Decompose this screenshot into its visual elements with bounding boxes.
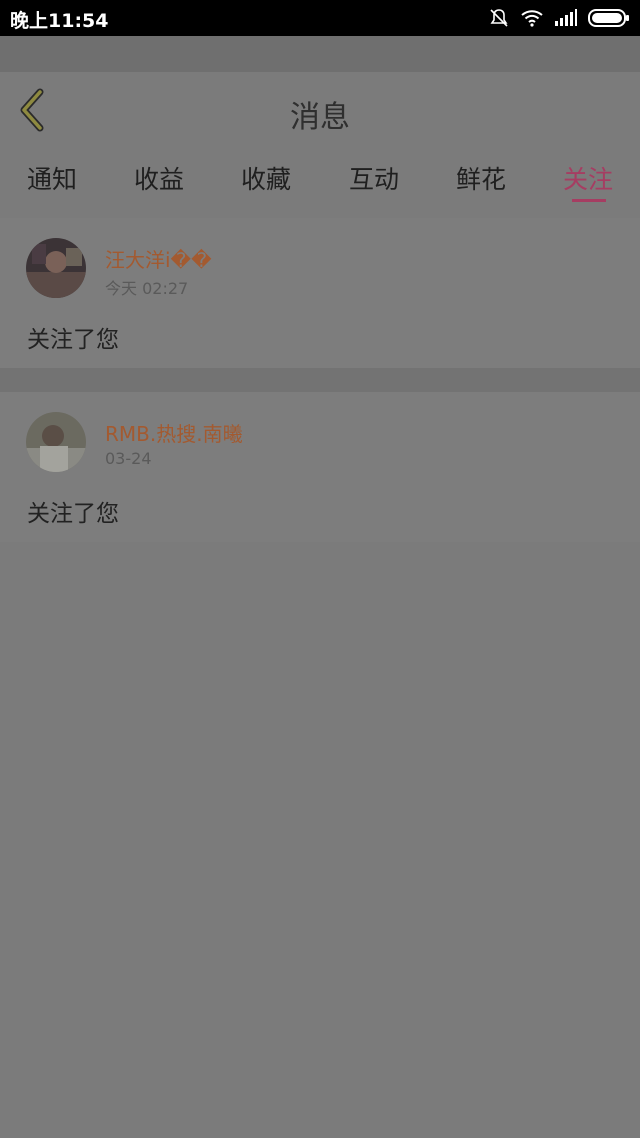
user-name[interactable]: 汪大洋i��: [105, 244, 212, 273]
avatar[interactable]: [26, 238, 86, 298]
message-text: 关注了您: [27, 501, 119, 527]
status-icons: [488, 7, 630, 29]
list-item[interactable]: RMB.热搜.南曦 03-24 关注了您: [0, 392, 640, 542]
divider: [0, 368, 640, 392]
tab-favorites[interactable]: 收藏: [221, 160, 311, 196]
list-item[interactable]: 汪大洋i�� 今天 02:27 关注了您: [0, 218, 640, 368]
timestamp: 今天 02:27: [105, 279, 189, 298]
tab-earnings[interactable]: 收益: [114, 160, 204, 196]
avatar[interactable]: [26, 412, 86, 472]
user-name[interactable]: RMB.热搜.南曦: [105, 418, 243, 447]
tab-following[interactable]: 关注: [543, 160, 633, 196]
signal-icon: [555, 9, 577, 26]
bell-muted-icon: [490, 9, 508, 27]
wifi-icon: [521, 10, 543, 27]
timestamp: 03-24: [105, 449, 152, 468]
tab-interactions[interactable]: 互动: [329, 160, 419, 196]
active-tab-indicator: [572, 199, 606, 202]
page-title: 消息: [290, 100, 350, 135]
message-text: 关注了您: [27, 327, 119, 353]
tab-notifications[interactable]: 通知: [7, 160, 97, 196]
battery-icon: [588, 9, 629, 27]
header: 消息: [0, 72, 640, 148]
tab-flowers[interactable]: 鲜花: [436, 160, 526, 196]
status-time: 晚上11:54: [10, 10, 109, 32]
status-bar: 晚上11:54: [0, 0, 640, 36]
tab-bar: 通知 收益 收藏 互动 鲜花 关注: [0, 148, 640, 208]
message-list: 汪大洋i�� 今天 02:27 关注了您 RMB.热搜.南曦 03-24 关注了…: [0, 218, 640, 542]
header-top-band: [0, 36, 640, 72]
